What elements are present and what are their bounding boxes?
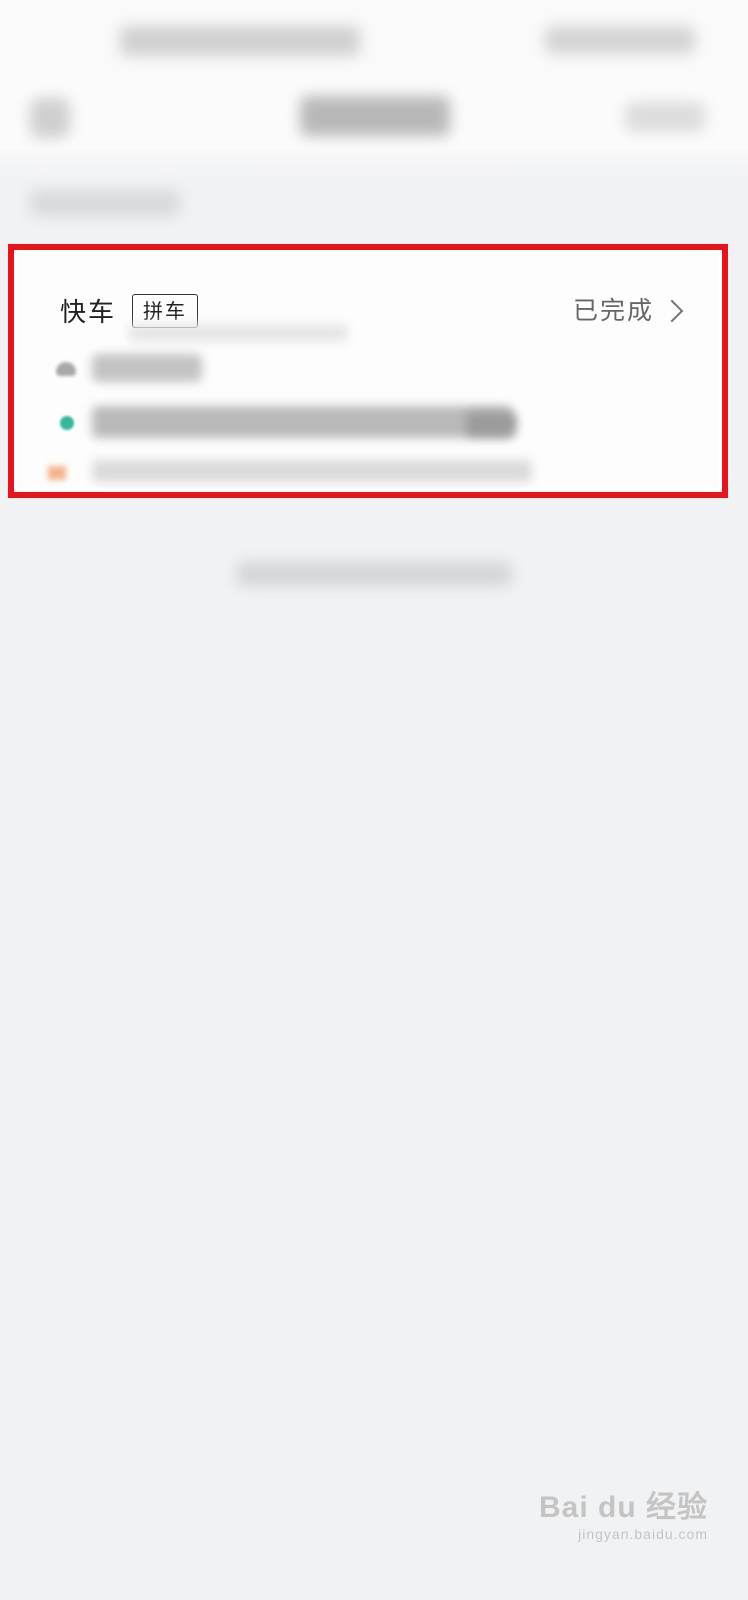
watermark: Bai du 经验 jingyan.baidu.com: [539, 1490, 708, 1543]
service-type-label: 快车: [60, 298, 117, 328]
status-bar: [0, 0, 748, 80]
destination-address-tail-obscured: [466, 412, 516, 436]
destination-address-obscured: [92, 406, 512, 438]
page-title-obscured: [300, 96, 450, 136]
watermark-url: jingyan.baidu.com: [578, 1526, 708, 1542]
order-time-obscured: [128, 324, 348, 342]
note-icon: [48, 466, 66, 480]
header-shadow: [0, 150, 748, 180]
order-note-obscured: [92, 460, 532, 482]
back-button[interactable]: [30, 98, 70, 138]
list-footer-obscured: [236, 562, 512, 586]
status-bar-right-obscured: [545, 26, 695, 54]
order-card-body: 快车 拼车 已完成: [18, 254, 718, 488]
order-status-link[interactable]: 已完成: [573, 294, 686, 328]
nav-action-button[interactable]: [625, 102, 705, 132]
watermark-logo: Bai du 经验: [538, 1491, 708, 1524]
status-bar-left-obscured: [120, 26, 360, 56]
pickup-address-obscured: [92, 354, 202, 382]
section-header-obscured: [30, 190, 180, 216]
order-status-label: 已完成: [572, 296, 654, 325]
carpool-tag: 拼车: [132, 294, 198, 328]
destination-dot-icon: [60, 416, 74, 430]
chevron-right-icon: [660, 299, 684, 323]
order-card[interactable]: 快车 拼车 已完成: [8, 244, 728, 498]
pickup-dot-icon: [56, 362, 76, 376]
